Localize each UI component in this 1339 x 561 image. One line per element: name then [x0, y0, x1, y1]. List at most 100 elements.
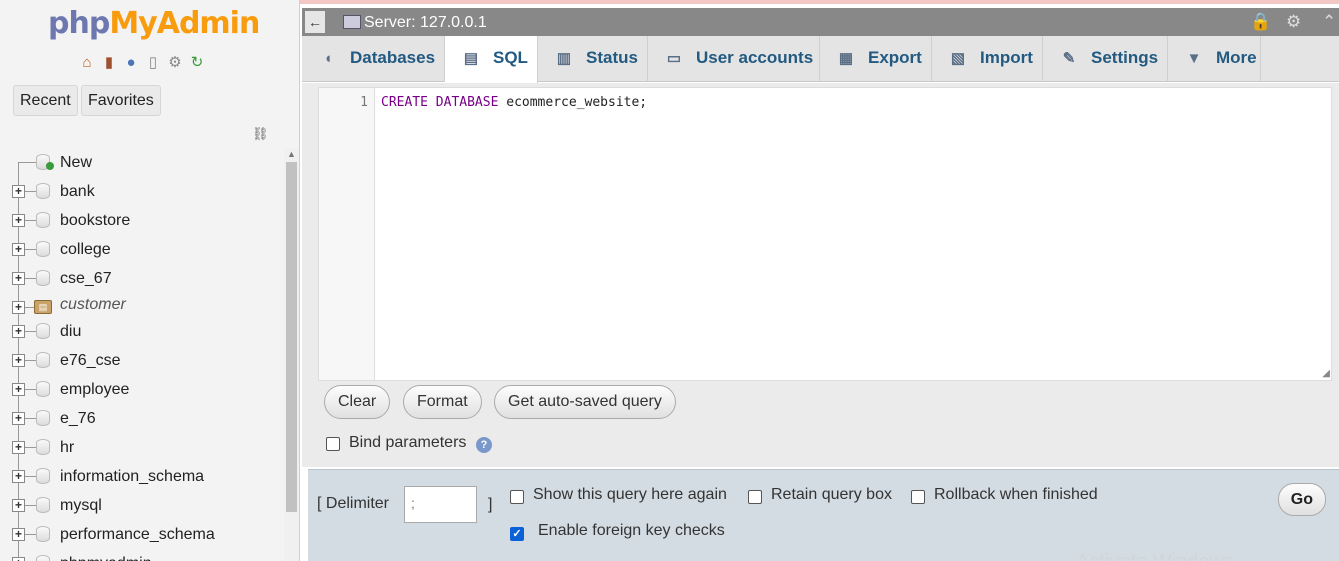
expand-icon[interactable]: +: [12, 470, 25, 483]
lock-icon[interactable]: 🔒: [1250, 12, 1271, 32]
help-icon[interactable]: ●: [122, 54, 140, 72]
get-auto-saved-query-button[interactable]: Get auto-saved query: [494, 385, 676, 419]
logout-icon[interactable]: ▮: [100, 54, 118, 72]
tab-import[interactable]: ▧ Import: [932, 36, 1043, 82]
sql-editor[interactable]: 1 CREATE DATABASE ecommerce_website; ◢: [318, 87, 1332, 381]
expand-icon[interactable]: +: [12, 499, 25, 512]
gear-icon[interactable]: ⚙: [166, 54, 184, 72]
sql-code[interactable]: CREATE DATABASE ecommerce_website;: [381, 95, 647, 110]
tree-item[interactable]: + hr: [10, 433, 285, 462]
bind-parameters-checkbox[interactable]: [326, 437, 340, 451]
expand-icon[interactable]: +: [12, 243, 25, 256]
resize-handle-icon[interactable]: ◢: [1322, 368, 1330, 379]
tree-item-label[interactable]: college: [60, 241, 111, 258]
tree-item-label[interactable]: bank: [60, 183, 95, 200]
tree-item[interactable]: + performance_schema: [10, 520, 285, 549]
tree-item-label[interactable]: diu: [60, 323, 81, 340]
tree-item[interactable]: New: [10, 148, 285, 177]
phpmyadmin-logo[interactable]: phpMyAdmin: [48, 6, 260, 41]
nav-scrollbar[interactable]: ▲: [284, 148, 299, 561]
retain-query-box-label[interactable]: Retain query box: [771, 486, 892, 504]
database-icon: [36, 439, 50, 455]
expand-icon[interactable]: +: [12, 325, 25, 338]
tree-item[interactable]: + information_schema: [10, 462, 285, 491]
collapse-icon[interactable]: ⌃: [1322, 12, 1336, 32]
status-icon: ▥: [556, 50, 572, 67]
tree-item-label[interactable]: information_schema: [60, 468, 204, 485]
tab-databases[interactable]: ◖ Databases: [302, 36, 445, 82]
favorites-button[interactable]: Favorites: [81, 85, 161, 116]
logo-myadmin: MyAdmin: [109, 6, 260, 41]
tree-item[interactable]: + college: [10, 235, 285, 264]
tree-item[interactable]: + cse_67: [10, 264, 285, 293]
tree-item[interactable]: + employee: [10, 375, 285, 404]
tab-label: SQL: [493, 48, 528, 67]
help-icon[interactable]: ?: [476, 437, 492, 453]
database-icon: [36, 497, 50, 513]
show-query-checkbox[interactable]: [510, 490, 524, 504]
tree-item[interactable]: + mysql: [10, 491, 285, 520]
tree-item[interactable]: + e_76: [10, 404, 285, 433]
expand-icon[interactable]: +: [12, 528, 25, 541]
tree-item-label[interactable]: mysql: [60, 497, 102, 514]
tree-item[interactable]: + bank: [10, 177, 285, 206]
tab-sql[interactable]: ▤ SQL: [445, 36, 538, 83]
delimiter-input[interactable]: ;: [404, 486, 477, 523]
expand-icon[interactable]: +: [12, 412, 25, 425]
expand-icon[interactable]: +: [12, 441, 25, 454]
tab-label: More: [1216, 48, 1257, 67]
go-button[interactable]: Go: [1277, 483, 1326, 516]
foreign-key-checks-checkbox[interactable]: ✓: [510, 527, 524, 541]
clear-button[interactable]: Clear: [324, 385, 391, 419]
recent-button[interactable]: Recent: [13, 85, 78, 116]
tree-item[interactable]: + phpmyadmin: [10, 549, 285, 561]
tree-item-label[interactable]: e76_cse: [60, 352, 121, 369]
tree-item-label[interactable]: hr: [60, 439, 74, 456]
show-query-label[interactable]: Show this query here again: [533, 486, 727, 504]
tree-item-label[interactable]: cse_67: [60, 270, 112, 287]
foreign-key-checks-label[interactable]: Enable foreign key checks: [538, 522, 725, 540]
database-icon: [36, 323, 50, 339]
rollback-label[interactable]: Rollback when finished: [934, 486, 1098, 504]
tree-item[interactable]: + diu: [10, 317, 285, 346]
expand-icon[interactable]: +: [12, 272, 25, 285]
export-icon: ▦: [838, 50, 854, 67]
docs-icon[interactable]: ▯: [144, 54, 162, 72]
scrollbar-thumb[interactable]: [286, 162, 297, 512]
collapse-nav-icon[interactable]: ←: [305, 11, 325, 33]
tab-more[interactable]: ▼ More: [1168, 36, 1261, 82]
tree-item[interactable]: + ▤ customer: [10, 293, 285, 322]
tab-settings[interactable]: ✎ Settings: [1043, 36, 1168, 82]
scroll-up-icon[interactable]: ▲: [287, 149, 296, 159]
tree-item-label[interactable]: employee: [60, 381, 129, 398]
tab-export[interactable]: ▦ Export: [820, 36, 932, 82]
home-icon[interactable]: ⌂: [78, 54, 96, 72]
tab-user-accounts[interactable]: ▭ User accounts: [648, 36, 820, 82]
tree-item-label[interactable]: phpmyadmin: [60, 555, 152, 561]
tab-label: Databases: [350, 48, 436, 67]
tree-item-label[interactable]: customer: [60, 296, 126, 313]
bind-parameters-label[interactable]: Bind parameters: [349, 434, 466, 452]
expand-icon[interactable]: +: [12, 301, 25, 314]
format-button[interactable]: Format: [403, 385, 482, 419]
line-gutter: 1: [319, 88, 375, 380]
tree-item-label[interactable]: New: [60, 154, 92, 171]
sql-query-panel: 1 CREATE DATABASE ecommerce_website; ◢ C…: [302, 83, 1339, 467]
reload-icon[interactable]: ↻: [188, 54, 206, 72]
tree-item[interactable]: + e76_cse: [10, 346, 285, 375]
tree-item-label[interactable]: e_76: [60, 410, 96, 427]
tree-item-label[interactable]: performance_schema: [60, 526, 215, 543]
expand-icon[interactable]: +: [12, 214, 25, 227]
tree-item[interactable]: + bookstore: [10, 206, 285, 235]
server-label[interactable]: Server: 127.0.0.1: [364, 13, 487, 33]
retain-query-box-checkbox[interactable]: [748, 490, 762, 504]
link-icon[interactable]: ⛓: [252, 126, 269, 142]
expand-icon[interactable]: +: [12, 557, 25, 561]
expand-icon[interactable]: +: [12, 383, 25, 396]
expand-icon[interactable]: +: [12, 185, 25, 198]
rollback-checkbox[interactable]: [911, 490, 925, 504]
tab-status[interactable]: ▥ Status: [538, 36, 648, 82]
gear-icon[interactable]: ⚙: [1286, 12, 1301, 32]
tree-item-label[interactable]: bookstore: [60, 212, 130, 229]
expand-icon[interactable]: +: [12, 354, 25, 367]
